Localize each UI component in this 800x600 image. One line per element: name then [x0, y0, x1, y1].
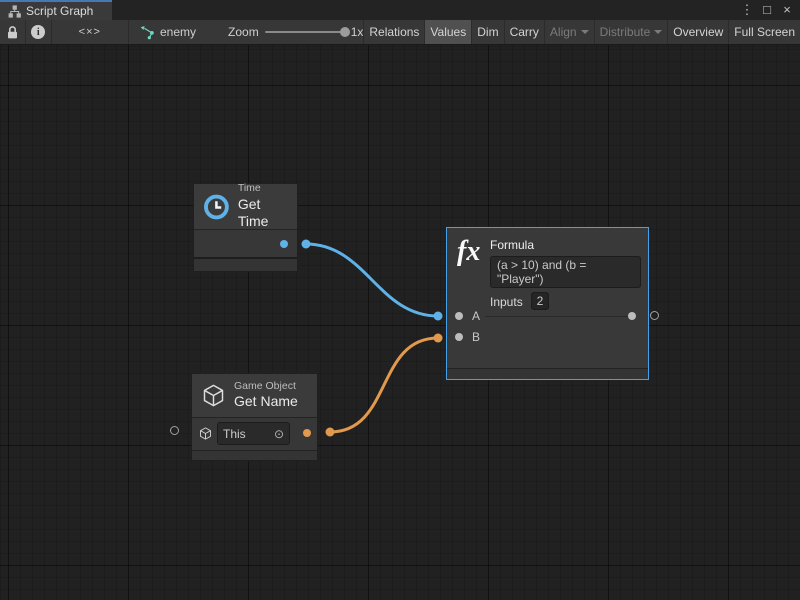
unconnected-output-ring[interactable] [650, 311, 659, 320]
lock-button[interactable] [0, 20, 25, 44]
node-title-label: Formula [490, 238, 534, 252]
wire-getname-to-b[interactable] [330, 338, 438, 432]
node-category-label: Game Object [234, 380, 298, 393]
node-get-time[interactable]: Time Get Time [193, 183, 298, 272]
target-value: This [223, 427, 246, 441]
graph-canvas[interactable]: Time Get Time fx Formula (a > 10) and (b… [0, 45, 800, 600]
info-icon: i [31, 25, 45, 39]
lock-icon [6, 25, 19, 40]
divider [485, 316, 630, 317]
zoom-slider[interactable] [265, 31, 345, 33]
toolbar: i <×> enemy Zoom 1x [0, 20, 800, 45]
wire-gettime-to-a[interactable] [306, 244, 438, 316]
graph-asset-icon [139, 24, 155, 40]
window-controls: ⋮ □ × [738, 0, 796, 20]
title-bar: Script Graph ⋮ □ × [0, 0, 800, 20]
object-picker-icon[interactable]: ⊙ [274, 427, 284, 441]
carry-button[interactable]: Carry [504, 20, 544, 44]
node-title-label: Get Name [234, 393, 298, 411]
tab-script-graph[interactable]: Script Graph [0, 0, 112, 20]
wire-endpoint[interactable] [434, 312, 443, 321]
inputs-count-field[interactable]: 2 [531, 292, 549, 310]
port-b-label: B [472, 330, 480, 344]
node-get-name[interactable]: Game Object Get Name This ⊙ [191, 373, 318, 461]
formula-fx-icon: fx [457, 236, 480, 268]
chevron-down-icon [581, 30, 589, 34]
zoom-label: Zoom [228, 25, 259, 39]
toolbar-buttons: Relations Values Dim Carry Align Distrib… [363, 20, 800, 44]
node-get-time-header: Time Get Time [194, 184, 297, 229]
code-view-button[interactable]: <×> [52, 20, 128, 44]
values-button[interactable]: Values [424, 20, 471, 44]
node-footer [194, 259, 297, 271]
wires-layer [0, 45, 800, 600]
graph-reference[interactable]: enemy [129, 20, 202, 44]
node-get-time-body [194, 230, 297, 257]
dim-button[interactable]: Dim [471, 20, 503, 44]
full-screen-button[interactable]: Full Screen [728, 20, 800, 44]
relations-button[interactable]: Relations [363, 20, 424, 44]
formula-expression-field[interactable]: (a > 10) and (b = "Player") [490, 256, 641, 288]
output-port-name[interactable] [303, 429, 311, 437]
wire-endpoint[interactable] [326, 428, 335, 437]
script-graph-window: Script Graph ⋮ □ × i <×> [0, 0, 800, 600]
cube-icon [200, 382, 227, 409]
wire-endpoint[interactable] [302, 240, 311, 249]
graph-name-label: enemy [160, 25, 196, 39]
align-button[interactable]: Align [544, 20, 594, 44]
inputs-label: Inputs [490, 295, 523, 309]
maximize-icon[interactable]: □ [758, 0, 776, 20]
node-title-label: Get Time [238, 196, 289, 231]
graph-hierarchy-icon [8, 5, 21, 18]
overview-button[interactable]: Overview [667, 20, 728, 44]
node-footer [447, 369, 648, 379]
close-icon[interactable]: × [778, 0, 796, 20]
node-category-label: Time [238, 182, 289, 195]
zoom-control: Zoom 1x [228, 20, 363, 44]
info-button[interactable]: i [26, 20, 51, 44]
code-icon: <×> [79, 26, 101, 38]
zoom-level: 1x [351, 25, 364, 39]
distribute-button[interactable]: Distribute [594, 20, 668, 44]
unconnected-input-ring[interactable] [170, 426, 179, 435]
chevron-down-icon [654, 30, 662, 34]
window-menu-icon[interactable]: ⋮ [738, 0, 756, 20]
wire-endpoint[interactable] [434, 334, 443, 343]
input-port-a[interactable] [455, 312, 463, 320]
node-formula-content: fx Formula (a > 10) and (b = "Player") I… [447, 228, 648, 368]
tab-title: Script Graph [26, 4, 93, 18]
node-footer [192, 451, 317, 460]
node-get-name-body: This ⊙ [192, 418, 317, 450]
target-object-dropdown[interactable]: This ⊙ [217, 422, 290, 445]
cube-icon [198, 426, 213, 441]
node-get-name-header: Game Object Get Name [192, 374, 317, 417]
output-port-result[interactable] [628, 312, 636, 320]
input-port-b[interactable] [455, 333, 463, 341]
port-a-label: A [472, 309, 480, 323]
output-port-time[interactable] [280, 240, 288, 248]
clock-icon [202, 191, 231, 223]
node-formula[interactable]: fx Formula (a > 10) and (b = "Player") I… [446, 227, 649, 380]
zoom-slider-handle[interactable] [340, 27, 350, 37]
